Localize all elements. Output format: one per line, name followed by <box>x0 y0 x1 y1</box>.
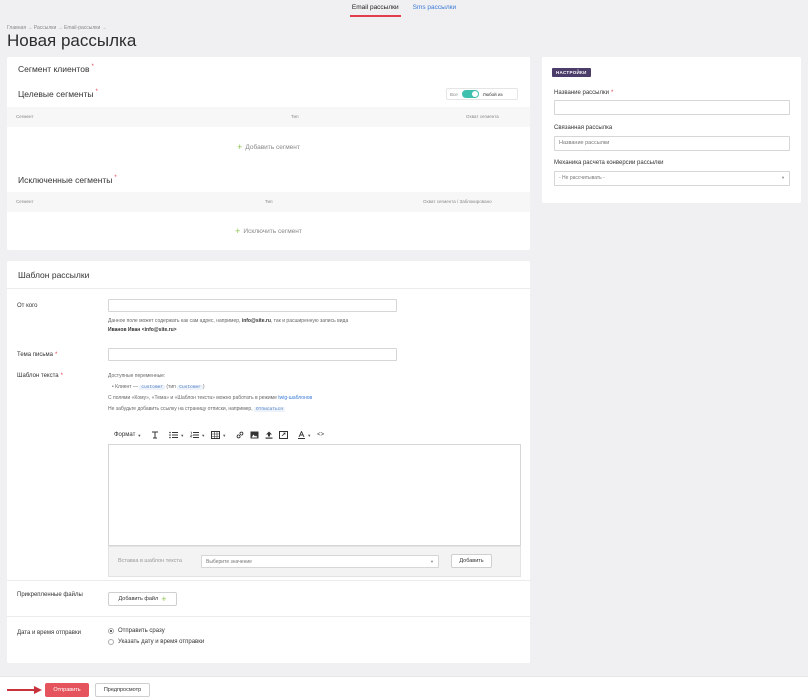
twig-link[interactable]: twig-шаблонов <box>278 395 312 401</box>
col-segment: Сегмент <box>16 114 34 119</box>
insert-label: Вставка в шаблон текста <box>118 558 182 564</box>
add-file-button[interactable]: Добавить файл + <box>108 592 177 606</box>
subject-input[interactable] <box>108 348 397 361</box>
radio-checked-icon <box>108 628 114 634</box>
format-dropdown[interactable]: Формат ▼ <box>114 432 141 438</box>
template-title: Шаблон рассылки <box>18 270 90 280</box>
send-button[interactable]: Отправить <box>45 683 89 697</box>
numbered-list-icon[interactable]: ▼ <box>190 431 205 439</box>
code-icon[interactable]: <> <box>317 432 324 438</box>
plus-icon: + <box>237 142 243 152</box>
divider <box>7 616 530 617</box>
from-label: От кого <box>17 303 38 309</box>
segment-mode-toggle[interactable]: Все Любой из <box>446 88 518 100</box>
col-reach: Охват сегмента <box>466 114 499 119</box>
datetime-label: Дата и время отправки <box>17 630 81 636</box>
chevron-down-icon: ▼ <box>781 175 785 180</box>
tab-sms[interactable]: Sms рассылки <box>411 0 458 17</box>
excluded-segments-title: Исключенные сегменты * <box>18 175 117 185</box>
settings-badge: НАСТРОЙКИ <box>552 68 591 77</box>
insert-select[interactable]: Выберите значение ▼ <box>201 555 439 568</box>
col-segment: Сегмент <box>16 199 34 204</box>
plus-icon: + <box>235 226 241 236</box>
toggle-all-label: Все <box>450 91 458 97</box>
var-type-code: Customer <box>177 385 203 390</box>
caret-down-icon: ▼ <box>137 432 142 438</box>
plus-icon: + <box>161 594 167 604</box>
from-hint: Данное поле может содержать как сам адре… <box>108 318 349 333</box>
radio-send-later[interactable]: Указать дату и время отправки <box>108 639 204 645</box>
upload-icon[interactable] <box>265 431 273 439</box>
name-input[interactable] <box>554 100 790 115</box>
col-reach-blocked: Охват сегмента / Заблокировано <box>423 199 492 204</box>
exclude-segment-button[interactable]: + Исключить сегмент <box>7 226 530 236</box>
col-type: Тип <box>265 199 273 204</box>
link-icon[interactable] <box>236 431 244 439</box>
target-segments-title: Целевые сегменты * <box>18 89 98 99</box>
add-segment-button[interactable]: + Добавить сегмент <box>7 142 530 152</box>
target-table-header: Сегмент Тип Охват сегмента <box>7 107 530 127</box>
table-icon[interactable]: ▼ <box>211 431 226 439</box>
insert-add-button[interactable]: Добавить <box>451 554 492 568</box>
excluded-table-header: Сегмент Тип Охват сегмента / Заблокирова… <box>7 192 530 212</box>
top-tabs: Email рассылки Sms рассылки <box>0 0 808 18</box>
template-editor[interactable] <box>108 444 521 546</box>
chevron-down-icon: ▼ <box>430 559 434 564</box>
linked-input[interactable]: Название рассылки <box>554 136 790 151</box>
var-code: customer <box>139 385 165 390</box>
from-input[interactable] <box>108 299 397 312</box>
segments-card <box>7 57 530 250</box>
name-label: Название рассылки * <box>554 90 614 96</box>
preview-button[interactable]: Предпросмотр <box>95 683 150 697</box>
subject-label: Тема письма * <box>17 352 58 358</box>
files-label: Прикрепленные файлы <box>17 592 83 598</box>
toggle-any-label: Любой из <box>482 91 503 97</box>
media-icon[interactable] <box>279 431 289 439</box>
text-label: Шаблон текста * <box>17 373 63 379</box>
vars-hint: Доступные переменные: • Клиент — custome… <box>108 373 313 412</box>
tab-email[interactable]: Email рассылки <box>349 0 401 17</box>
radio-unchecked-icon <box>108 639 114 645</box>
mechanic-label: Механика расчета конверсии рассылки <box>554 160 664 166</box>
pointer-arrow-icon <box>7 686 42 694</box>
image-icon[interactable] <box>250 431 259 439</box>
segments-title: Сегмент клиентов * <box>18 64 94 74</box>
bullet-list-icon[interactable]: ▼ <box>169 431 184 439</box>
divider <box>7 580 530 581</box>
radio-send-now[interactable]: Отправить сразу <box>108 628 165 634</box>
unsub-code: Отписаться <box>254 407 286 412</box>
linked-label: Связанная рассылка <box>554 125 613 131</box>
col-type: Тип <box>291 114 299 119</box>
clear-format-icon[interactable] <box>151 431 159 439</box>
mechanic-select[interactable]: - Не рассчитывать - ▼ <box>554 171 790 186</box>
mode-switch[interactable] <box>461 90 479 98</box>
page-title: Новая рассылка <box>7 31 137 50</box>
editor-toolbar: Формат ▼ ▼ ▼ ▼ ▼ <> <box>108 427 521 443</box>
divider <box>7 288 530 289</box>
text-color-icon[interactable]: ▼ <box>298 431 311 439</box>
